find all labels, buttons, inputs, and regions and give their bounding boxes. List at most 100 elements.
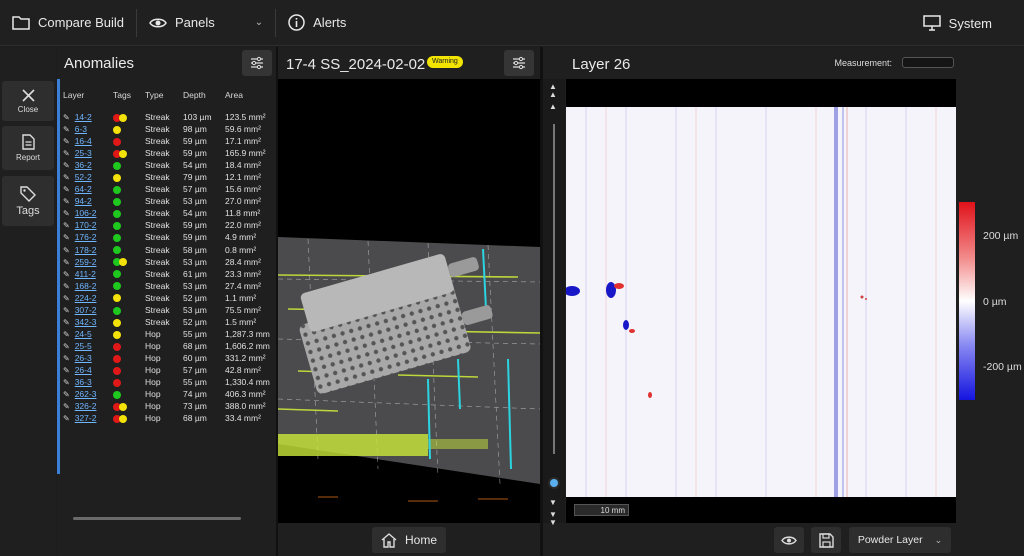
layer-link[interactable]: 25-5 [75, 341, 92, 351]
table-row[interactable]: ✎ 342-3 Streak 52 µm 1.5 mm² [61, 316, 273, 328]
table-row[interactable]: ✎ 6-3 Streak 98 µm 59.6 mm² [61, 123, 273, 135]
edit-icon[interactable]: ✎ [63, 354, 70, 363]
edit-icon[interactable]: ✎ [63, 161, 70, 170]
table-row[interactable]: ✎ 36-3 Hop 55 µm 1,330.4 mm [61, 376, 273, 388]
layer-link[interactable]: 14-2 [75, 112, 92, 122]
layer-link[interactable]: 36-3 [75, 377, 92, 387]
edit-icon[interactable]: ✎ [63, 330, 70, 339]
layer-link[interactable]: 342-3 [75, 317, 97, 327]
layer-link[interactable]: 6-3 [75, 124, 87, 134]
table-row[interactable]: ✎ 25-5 Hop 68 µm 1,606.2 mm [61, 340, 273, 352]
edit-icon[interactable]: ✎ [63, 209, 70, 218]
edit-icon[interactable]: ✎ [63, 378, 70, 387]
layer-link[interactable]: 411-2 [75, 269, 96, 279]
layer-link[interactable]: 52-2 [75, 172, 92, 182]
slider-knob[interactable] [548, 477, 560, 489]
layer-link[interactable]: 64-2 [75, 184, 92, 194]
header-area[interactable]: Area [223, 79, 273, 111]
save-button[interactable] [811, 527, 841, 553]
layer-link[interactable]: 170-2 [75, 220, 97, 230]
edit-icon[interactable]: ✎ [63, 149, 70, 158]
table-row[interactable]: ✎ 262-3 Hop 74 µm 406.3 mm² [61, 388, 273, 400]
anomalies-filter-button[interactable] [242, 50, 272, 76]
layer-heatmap[interactable]: 10 mm [566, 79, 956, 523]
table-row[interactable]: ✎ 106-2 Streak 54 µm 11.8 mm² [61, 207, 273, 219]
table-row[interactable]: ✎ 307-2 Streak 53 µm 75.5 mm² [61, 304, 273, 316]
compare-build-button[interactable]: Compare Build [0, 0, 136, 46]
layer-link[interactable]: 262-3 [75, 389, 97, 399]
table-row[interactable]: ✎ 170-2 Streak 59 µm 22.0 mm² [61, 219, 273, 231]
powder-layer-dropdown[interactable]: Powder Layer ⌄ [849, 527, 951, 553]
table-row[interactable]: ✎ 64-2 Streak 57 µm 15.6 mm² [61, 183, 273, 195]
alerts-button[interactable]: Alerts [276, 0, 358, 46]
table-row[interactable]: ✎ 224-2 Streak 52 µm 1.1 mm² [61, 292, 273, 304]
table-row[interactable]: ✎ 94-2 Streak 53 µm 27.0 mm² [61, 195, 273, 207]
system-button[interactable]: System [911, 0, 1004, 46]
table-row[interactable]: ✎ 52-2 Streak 79 µm 12.1 mm² [61, 171, 273, 183]
edit-icon[interactable]: ✎ [63, 233, 70, 242]
panels-dropdown[interactable]: Panels ⌄ [137, 0, 275, 46]
layer-link[interactable]: 168-2 [75, 281, 97, 291]
table-row[interactable]: ✎ 259-2 Streak 53 µm 28.4 mm² [61, 256, 273, 268]
layer-link[interactable]: 24-5 [75, 329, 92, 339]
table-row[interactable]: ✎ 36-2 Streak 54 µm 18.4 mm² [61, 159, 273, 171]
table-row[interactable]: ✎ 168-2 Streak 53 µm 27.4 mm² [61, 280, 273, 292]
step-down-icon[interactable]: ▼ [549, 499, 557, 507]
edit-icon[interactable]: ✎ [63, 366, 70, 375]
layer-link[interactable]: 94-2 [75, 196, 92, 206]
edit-icon[interactable]: ✎ [63, 306, 70, 315]
horizontal-scrollbar[interactable] [73, 517, 241, 520]
edit-icon[interactable]: ✎ [63, 137, 70, 146]
layer-link[interactable]: 307-2 [75, 305, 97, 315]
header-layer[interactable]: Layer [61, 79, 111, 111]
layer-link[interactable]: 259-2 [75, 257, 97, 267]
step-up-icon[interactable]: ▲ [549, 103, 557, 111]
edit-icon[interactable]: ✎ [63, 270, 70, 279]
table-row[interactable]: ✎ 26-4 Hop 57 µm 42.8 mm² [61, 364, 273, 376]
table-row[interactable]: ✎ 411-2 Streak 61 µm 23.3 mm² [61, 268, 273, 280]
layer-link[interactable]: 36-2 [75, 160, 92, 170]
edit-icon[interactable]: ✎ [63, 221, 70, 230]
table-row[interactable]: ✎ 327-2 Hop 68 µm 33.4 mm² [61, 412, 273, 424]
layer-link[interactable]: 178-2 [75, 245, 97, 255]
table-row[interactable]: ✎ 16-4 Streak 59 µm 17.1 mm² [61, 135, 273, 147]
layer-link[interactable]: 224-2 [75, 293, 97, 303]
layer-link[interactable]: 106-2 [75, 208, 97, 218]
edit-icon[interactable]: ✎ [63, 173, 70, 182]
table-row[interactable]: ✎ 25-3 Streak 59 µm 165.9 mm² [61, 147, 273, 159]
header-depth[interactable]: Depth [181, 79, 223, 111]
edit-icon[interactable]: ✎ [63, 125, 70, 134]
edit-icon[interactable]: ✎ [63, 246, 70, 255]
table-row[interactable]: ✎ 178-2 Streak 58 µm 0.8 mm² [61, 244, 273, 256]
edit-icon[interactable]: ✎ [63, 185, 70, 194]
slider-track[interactable] [553, 124, 555, 454]
jump-to-bottom-icon[interactable]: ▼ ▼ [549, 511, 557, 527]
edit-icon[interactable]: ✎ [63, 390, 70, 399]
edit-icon[interactable]: ✎ [63, 318, 70, 327]
close-button[interactable]: Close [2, 81, 54, 121]
layer-link[interactable]: 26-3 [75, 353, 92, 363]
layer-link[interactable]: 327-2 [75, 413, 97, 423]
table-row[interactable]: ✎ 14-2 Streak 103 µm 123.5 mm² [61, 111, 273, 123]
edit-icon[interactable]: ✎ [63, 414, 70, 423]
edit-icon[interactable]: ✎ [63, 282, 70, 291]
edit-icon[interactable]: ✎ [63, 294, 70, 303]
edit-icon[interactable]: ✎ [63, 342, 70, 351]
tags-button[interactable]: Tags [2, 176, 54, 226]
table-row[interactable]: ✎ 176-2 Streak 59 µm 4.9 mm² [61, 231, 273, 243]
layer-link[interactable]: 16-4 [75, 136, 92, 146]
header-type[interactable]: Type [143, 79, 181, 111]
jump-to-top-icon[interactable]: ▲ ▲ [549, 83, 557, 99]
header-tags[interactable]: Tags [111, 79, 143, 111]
3d-viewport[interactable] [278, 79, 540, 523]
table-row[interactable]: ✎ 26-3 Hop 60 µm 331.2 mm² [61, 352, 273, 364]
layer-link[interactable]: 176-2 [75, 232, 97, 242]
home-button[interactable]: Home [372, 527, 446, 553]
edit-icon[interactable]: ✎ [63, 258, 70, 267]
visibility-button[interactable] [774, 527, 804, 553]
viewer-settings-button[interactable] [504, 50, 534, 76]
layer-link[interactable]: 326-2 [75, 401, 97, 411]
measurement-field[interactable] [902, 57, 954, 68]
layer-link[interactable]: 26-4 [75, 365, 92, 375]
edit-icon[interactable]: ✎ [63, 113, 70, 122]
